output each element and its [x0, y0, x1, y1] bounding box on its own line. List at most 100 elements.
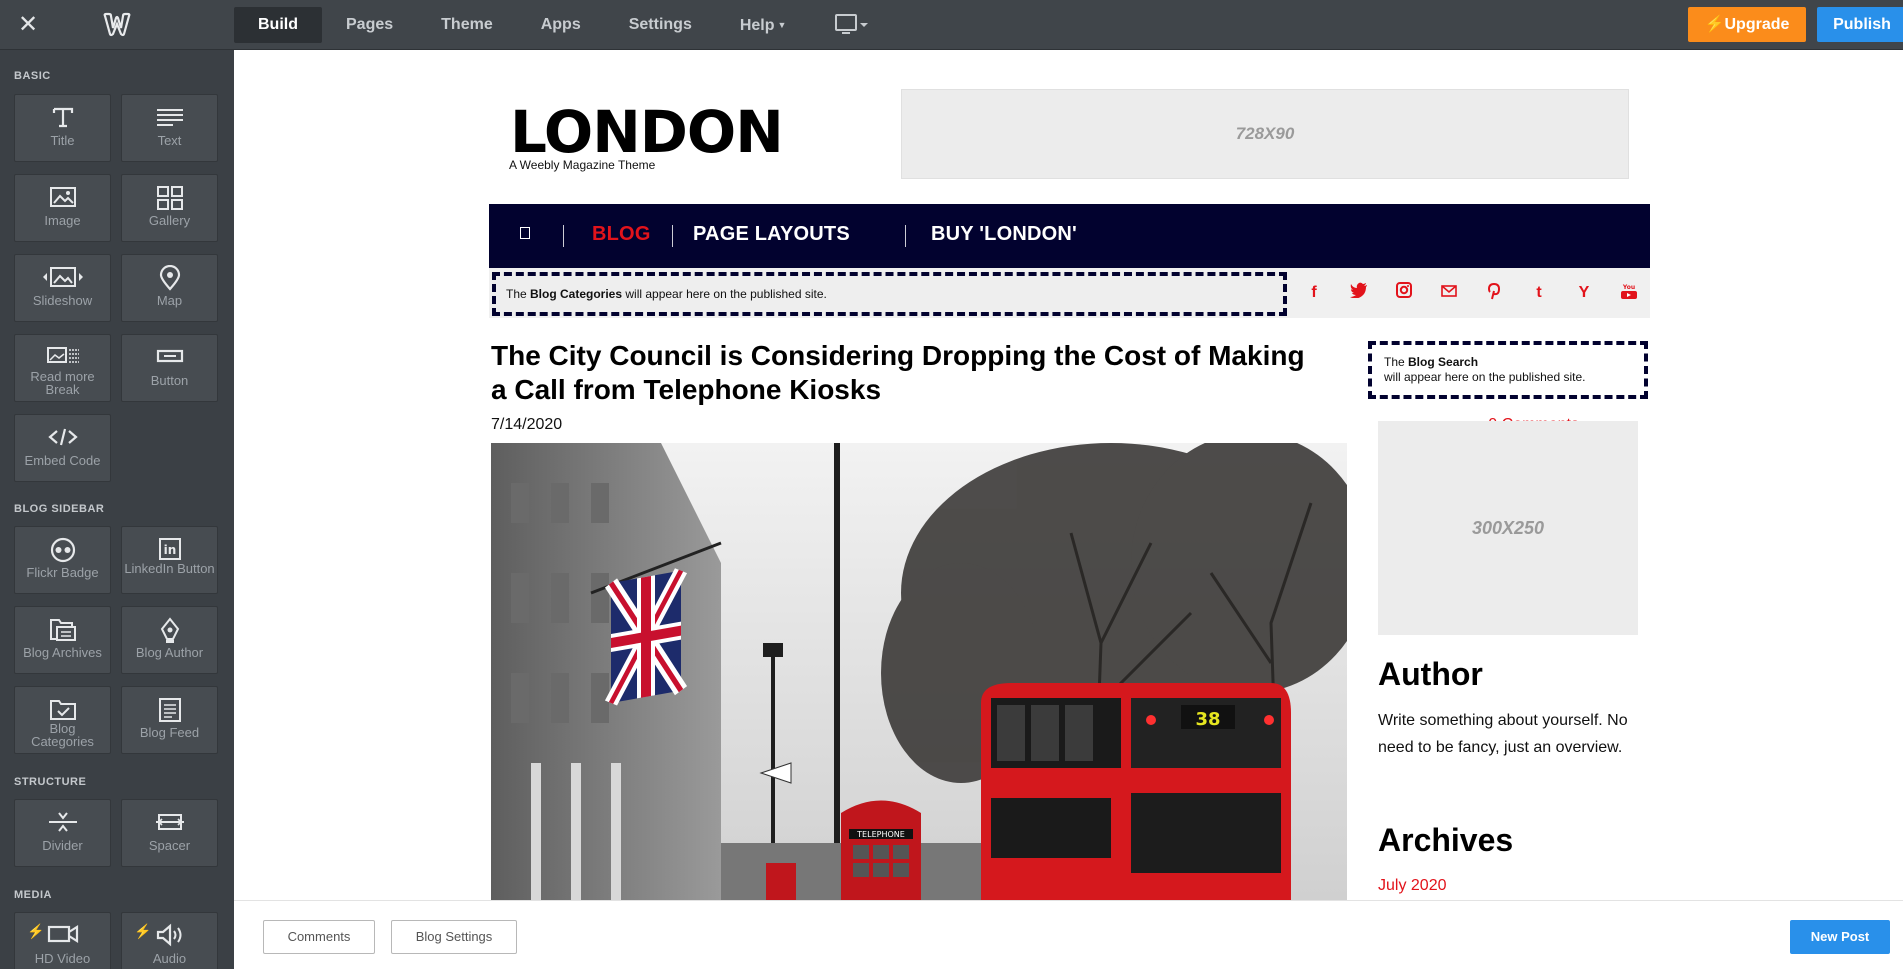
tab-theme[interactable]: Theme — [417, 7, 517, 43]
close-icon[interactable]: ✕ — [16, 13, 40, 37]
tab-build[interactable]: Build — [234, 7, 322, 43]
tile-label: Blog Categories — [31, 721, 94, 749]
lightning-icon: ⚡ — [27, 923, 45, 939]
tile-label: Blog Archives — [23, 645, 102, 660]
placeholder-bold: Blog Categories — [530, 287, 623, 301]
tile-audio[interactable]: ⚡ Audio — [121, 912, 218, 969]
svg-text:in: in — [163, 543, 176, 557]
read-more-icon — [46, 347, 79, 363]
tile-label: Title — [50, 133, 75, 148]
nav-separator — [672, 225, 673, 247]
nav-item-buy-london[interactable]: BUY 'LONDON' — [931, 223, 1077, 246]
ad-banner-728x90[interactable]: 728X90 — [901, 89, 1629, 179]
tile-blog-author[interactable]: Blog Author — [121, 606, 218, 674]
tile-slideshow[interactable]: Slideshow — [14, 254, 111, 322]
spacer-icon — [155, 814, 184, 830]
tile-label: Read more Break — [30, 369, 95, 397]
category-social-bar: The Blog Categories will appear here on … — [489, 268, 1650, 318]
publish-button[interactable]: Publish — [1817, 7, 1903, 42]
tile-text[interactable]: Text — [121, 94, 218, 162]
tile-gallery[interactable]: Gallery — [121, 174, 218, 242]
tab-help[interactable]: Help ▼ — [716, 7, 811, 43]
desktop-monitor-icon[interactable] — [834, 13, 870, 37]
archive-link-july-2020[interactable]: July 2020 — [1378, 877, 1447, 895]
archives-heading[interactable]: Archives — [1378, 822, 1513, 859]
tab-pages[interactable]: Pages — [322, 7, 417, 43]
pen-nib-icon — [160, 617, 179, 643]
svg-text:TELEPHONE: TELEPHONE — [856, 830, 905, 839]
tile-label: Slideshow — [32, 293, 93, 308]
post-image[interactable]: TELEPHONE 38 — [491, 443, 1347, 900]
svg-text:You: You — [1622, 284, 1635, 291]
chevron-down-icon: ▼ — [777, 20, 787, 30]
image-icon — [49, 187, 76, 207]
tab-apps[interactable]: Apps — [517, 7, 605, 43]
tile-hd-video[interactable]: ⚡ HD Video — [14, 912, 111, 969]
tile-label: Gallery — [148, 213, 191, 228]
nav-separator — [905, 225, 906, 247]
text-lines-icon — [156, 109, 183, 126]
pinterest-icon[interactable] — [1483, 282, 1505, 304]
site-preview-canvas[interactable]: LONDON A Weebly Magazine Theme 728X90 BL… — [234, 50, 1903, 900]
tile-blog-categories[interactable]: Blog Categories — [14, 686, 111, 754]
upgrade-label: Upgrade — [1724, 16, 1790, 33]
site-title[interactable]: LONDON — [510, 98, 784, 166]
author-text[interactable]: Write something about yourself. No need … — [1378, 707, 1648, 761]
new-post-button[interactable]: New Post — [1790, 920, 1890, 954]
tile-label: Button — [150, 373, 189, 388]
tab-settings[interactable]: Settings — [605, 7, 716, 43]
placeholder-prefix: The — [1384, 355, 1409, 369]
tile-image[interactable]: Image — [14, 174, 111, 242]
lightning-icon: ⚡ — [1704, 16, 1725, 33]
upgrade-button[interactable]: ⚡Upgrade — [1688, 7, 1806, 42]
placeholder-suffix: will appear here on the published site. — [622, 287, 827, 301]
tile-map[interactable]: Map — [121, 254, 218, 322]
map-pin-icon — [159, 265, 180, 291]
tile-divider[interactable]: Divider — [14, 799, 111, 867]
blog-settings-button[interactable]: Blog Settings — [391, 920, 517, 954]
home-icon[interactable] — [520, 227, 530, 239]
element-sidebar: BASIC Title Text Image Gallery Slideshow… — [0, 50, 234, 969]
linkedin-icon: in — [158, 538, 181, 560]
video-camera-icon — [47, 925, 78, 943]
tile-blog-feed[interactable]: Blog Feed — [121, 686, 218, 754]
instagram-icon[interactable] — [1393, 282, 1415, 304]
author-heading[interactable]: Author — [1378, 656, 1483, 693]
ad-box-300x250[interactable]: 300X250 — [1378, 421, 1638, 635]
blog-categories-placeholder[interactable]: The Blog Categories will appear here on … — [492, 272, 1287, 316]
tile-spacer[interactable]: Spacer — [121, 799, 218, 867]
facebook-icon[interactable]: f — [1303, 282, 1325, 304]
tile-linkedin-button[interactable]: in LinkedIn Button — [121, 526, 218, 594]
mail-icon[interactable] — [1438, 282, 1460, 304]
weebly-logo[interactable] — [102, 12, 132, 38]
tile-label: Audio — [152, 951, 187, 966]
section-heading-blog-sidebar: BLOG SIDEBAR — [14, 503, 105, 515]
tile-blog-archives[interactable]: Blog Archives — [14, 606, 111, 674]
placeholder-prefix: The — [506, 287, 531, 301]
hacker-news-icon[interactable]: Y — [1573, 282, 1595, 304]
twitter-icon[interactable] — [1348, 282, 1370, 304]
youtube-icon[interactable]: You — [1618, 282, 1640, 304]
tile-read-more-break[interactable]: Read more Break — [14, 334, 111, 402]
comments-button[interactable]: Comments — [263, 920, 375, 954]
nav-item-page-layouts[interactable]: PAGE LAYOUTS — [693, 223, 850, 246]
post-title[interactable]: The City Council is Considering Dropping… — [491, 339, 1311, 407]
button-icon — [156, 349, 183, 363]
tile-label: HD Video — [34, 951, 91, 966]
tile-label: Text — [157, 133, 182, 148]
tile-button[interactable]: Button — [121, 334, 218, 402]
tile-label: Blog Author — [135, 645, 204, 660]
nav-item-blog[interactable]: BLOG — [592, 223, 651, 246]
blog-bottom-bar: Comments Blog Settings New Post — [234, 900, 1903, 969]
slideshow-icon — [42, 267, 83, 287]
nav-separator — [563, 225, 564, 247]
flickr-icon — [50, 537, 75, 563]
tile-embed-code[interactable]: Embed Code — [14, 414, 111, 482]
placeholder-suffix: will appear here on the published site. — [1384, 370, 1586, 384]
site-tagline[interactable]: A Weebly Magazine Theme — [509, 158, 655, 172]
blog-search-placeholder[interactable]: The Blog Search will appear here on the p… — [1368, 341, 1648, 399]
tab-help-label: Help — [739, 17, 775, 34]
tile-title[interactable]: Title — [14, 94, 111, 162]
tumblr-icon[interactable]: t — [1528, 282, 1550, 304]
tile-flickr-badge[interactable]: Flickr Badge — [14, 526, 111, 594]
